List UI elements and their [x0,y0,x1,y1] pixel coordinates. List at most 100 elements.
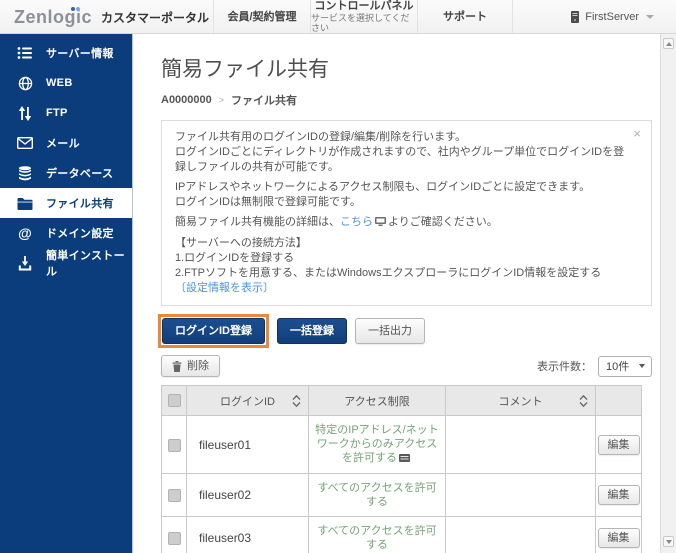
breadcrumb-current: ファイル共有 [231,95,298,107]
breadcrumb-separator-icon: > [218,95,225,105]
column-actions [595,385,642,416]
external-link-icon [375,216,386,231]
nav-item-control-panel[interactable]: コントロールパネル サービスを選択してください [310,0,417,33]
register-login-id-button[interactable]: ログインID登録 [162,318,265,344]
logo-wordmark: Zenlogic [14,6,93,27]
close-icon[interactable]: × [633,127,641,140]
info-paragraph: 簡易ファイル共有機能の詳細は、こちら よりご確認ください。 [175,215,625,231]
info-connection-steps: 【サーバーへの接続方法】 1.ログインIDを登録する 2.FTPソフトを用意する… [175,237,602,294]
sidebar-item-label: メール [46,138,80,150]
trash-icon [172,360,182,372]
table-row: fileuser01 特定のIPアドレス/ネットワークからのみアクセスを許可する… [161,415,642,474]
header-nav: 会員/契約管理 コントロールパネル サービスを選択してください サポート [213,0,513,33]
at-icon: @ [18,225,32,241]
sort-icon[interactable] [292,394,301,407]
column-access-restriction[interactable]: アクセス制限 [308,385,446,416]
sidebar-item-file-share[interactable]: ファイル共有 [0,188,132,218]
ftp-arrows-icon [17,105,33,121]
select-all-checkbox[interactable] [167,394,181,407]
sidebar-item-label: WEB [46,77,73,89]
info-box: × ファイル共有用のログインIDの登録/編集/削除を行います。 ログインIDごと… [161,120,652,306]
row-checkbox[interactable] [167,489,181,503]
account-name: FirstServer [585,10,639,23]
nav-item-support[interactable]: サポート [417,0,513,33]
database-icon [17,165,33,181]
scroll-up-icon[interactable] [663,38,674,49]
sidebar: サーバー情報 WEB FTP メール データベース ファイル共有 @ ドメイン設… [0,34,133,553]
delete-button[interactable]: 削除 [161,355,220,377]
action-toolbar: ログインID登録 一括登録 一括出力 [158,314,660,348]
display-count-top: 表示件数： 10件 [537,355,652,377]
breadcrumb: A0000000 > ファイル共有 [161,92,660,108]
chevron-down-icon [646,14,654,19]
comment-cell [445,516,596,553]
sidebar-item-label: ドメイン設定 [46,228,114,240]
portal-name: カスタマーポータル [101,10,210,25]
edit-button[interactable]: 編集 [597,528,640,548]
display-count-select[interactable]: 10件 [598,355,652,377]
nav-item-member-contract[interactable]: 会員/契約管理 [213,0,310,33]
sidebar-item-web[interactable]: WEB [0,68,132,98]
table-row: fileuser02 すべてのアクセスを許可する 編集 [161,473,642,517]
top-header: Zenlogic カスタマーポータル 会員/契約管理 コントロールパネル サービ… [0,0,676,34]
table-header-row: ログインID アクセス制限 コメント [161,385,642,416]
info-paragraph: ファイル共有用のログインIDの登録/編集/削除を行います。 ログインIDごとにデ… [175,131,625,173]
nav-label: サポート [443,10,487,23]
sidebar-item-label: データベース [46,168,114,180]
main-content: 簡易ファイル共有 A0000000 > ファイル共有 × ファイル共有用のログイ… [134,34,660,553]
bulk-export-button[interactable]: 一括出力 [355,318,425,344]
sidebar-item-label: ファイル共有 [46,198,114,210]
row-checkbox[interactable] [167,438,181,452]
sidebar-item-easy-install[interactable]: 簡単インストール [0,248,132,278]
vertical-scrollbar[interactable] [660,34,676,553]
info-paragraph: IPアドレスやネットワークによるアクセス制限も、ログインIDごとに設定できます。… [175,181,591,208]
column-comment[interactable]: コメント [445,385,596,416]
row-checkbox[interactable] [167,532,181,546]
install-icon [17,255,33,271]
zenlogic-customer-portal: Zenlogic カスタマーポータル 会員/契約管理 コントロールパネル サービ… [0,0,676,553]
account-menu[interactable]: FirstServer [570,0,654,33]
display-count-label: 表示件数： [537,361,592,373]
settings-info-link[interactable]: 〔設定情報を表示〕 [175,282,274,294]
nav-sublabel: サービスを選択してください [311,13,410,33]
sub-toolbar: 削除 表示件数： 10件 [161,355,652,377]
mail-icon [17,135,33,151]
zenlogic-logo[interactable]: Zenlogic カスタマーポータル [14,0,209,34]
scroll-down-icon[interactable] [663,536,674,547]
nav-label: 会員/契約管理 [227,10,297,23]
sidebar-item-domain-settings[interactable]: @ ドメイン設定 [0,218,132,248]
breadcrumb-account-id: A0000000 [161,94,212,106]
annotation-highlight-box: ログインID登録 [158,314,269,348]
edit-cell: 編集 [595,473,642,517]
edit-cell: 編集 [595,516,642,553]
bulk-register-button[interactable]: 一括登録 [277,318,347,344]
login-id-cell: fileuser03 [186,516,309,553]
sidebar-item-mail[interactable]: メール [0,128,132,158]
sidebar-item-label: 簡単インストール [46,250,125,278]
access-detail-icon [399,452,410,466]
access-restriction-cell: すべてのアクセスを許可する [308,516,446,553]
column-login-id[interactable]: ログインID [186,385,309,416]
table-row: fileuser03 すべてのアクセスを許可する 編集 [161,516,642,553]
edit-button[interactable]: 編集 [597,485,640,505]
sidebar-item-database[interactable]: データベース [0,158,132,188]
login-id-table: ログインID アクセス制限 コメント fileuser01 特定のIPアドレス/… [161,385,642,553]
logo-dots-icon [71,0,83,11]
edit-cell: 編集 [595,415,642,474]
comment-cell [445,473,596,517]
chevron-down-icon [639,364,645,368]
sidebar-item-label: サーバー情報 [46,48,114,60]
server-tower-icon [571,10,580,23]
sort-icon[interactable] [579,394,588,407]
details-here-link[interactable]: こちら [340,216,373,228]
comment-cell [445,415,596,474]
row-checkbox-cell [161,415,187,474]
nav-label: コントロールパネル [314,0,414,12]
access-restriction-cell: 特定のIPアドレス/ネットワークからのみアクセスを許可する [308,415,446,474]
sidebar-item-server-info[interactable]: サーバー情報 [0,38,132,68]
header-checkbox-cell [161,385,187,416]
row-checkbox-cell [161,473,187,517]
login-id-cell: fileuser01 [186,415,309,474]
sidebar-item-ftp[interactable]: FTP [0,98,132,128]
edit-button[interactable]: 編集 [597,434,640,455]
